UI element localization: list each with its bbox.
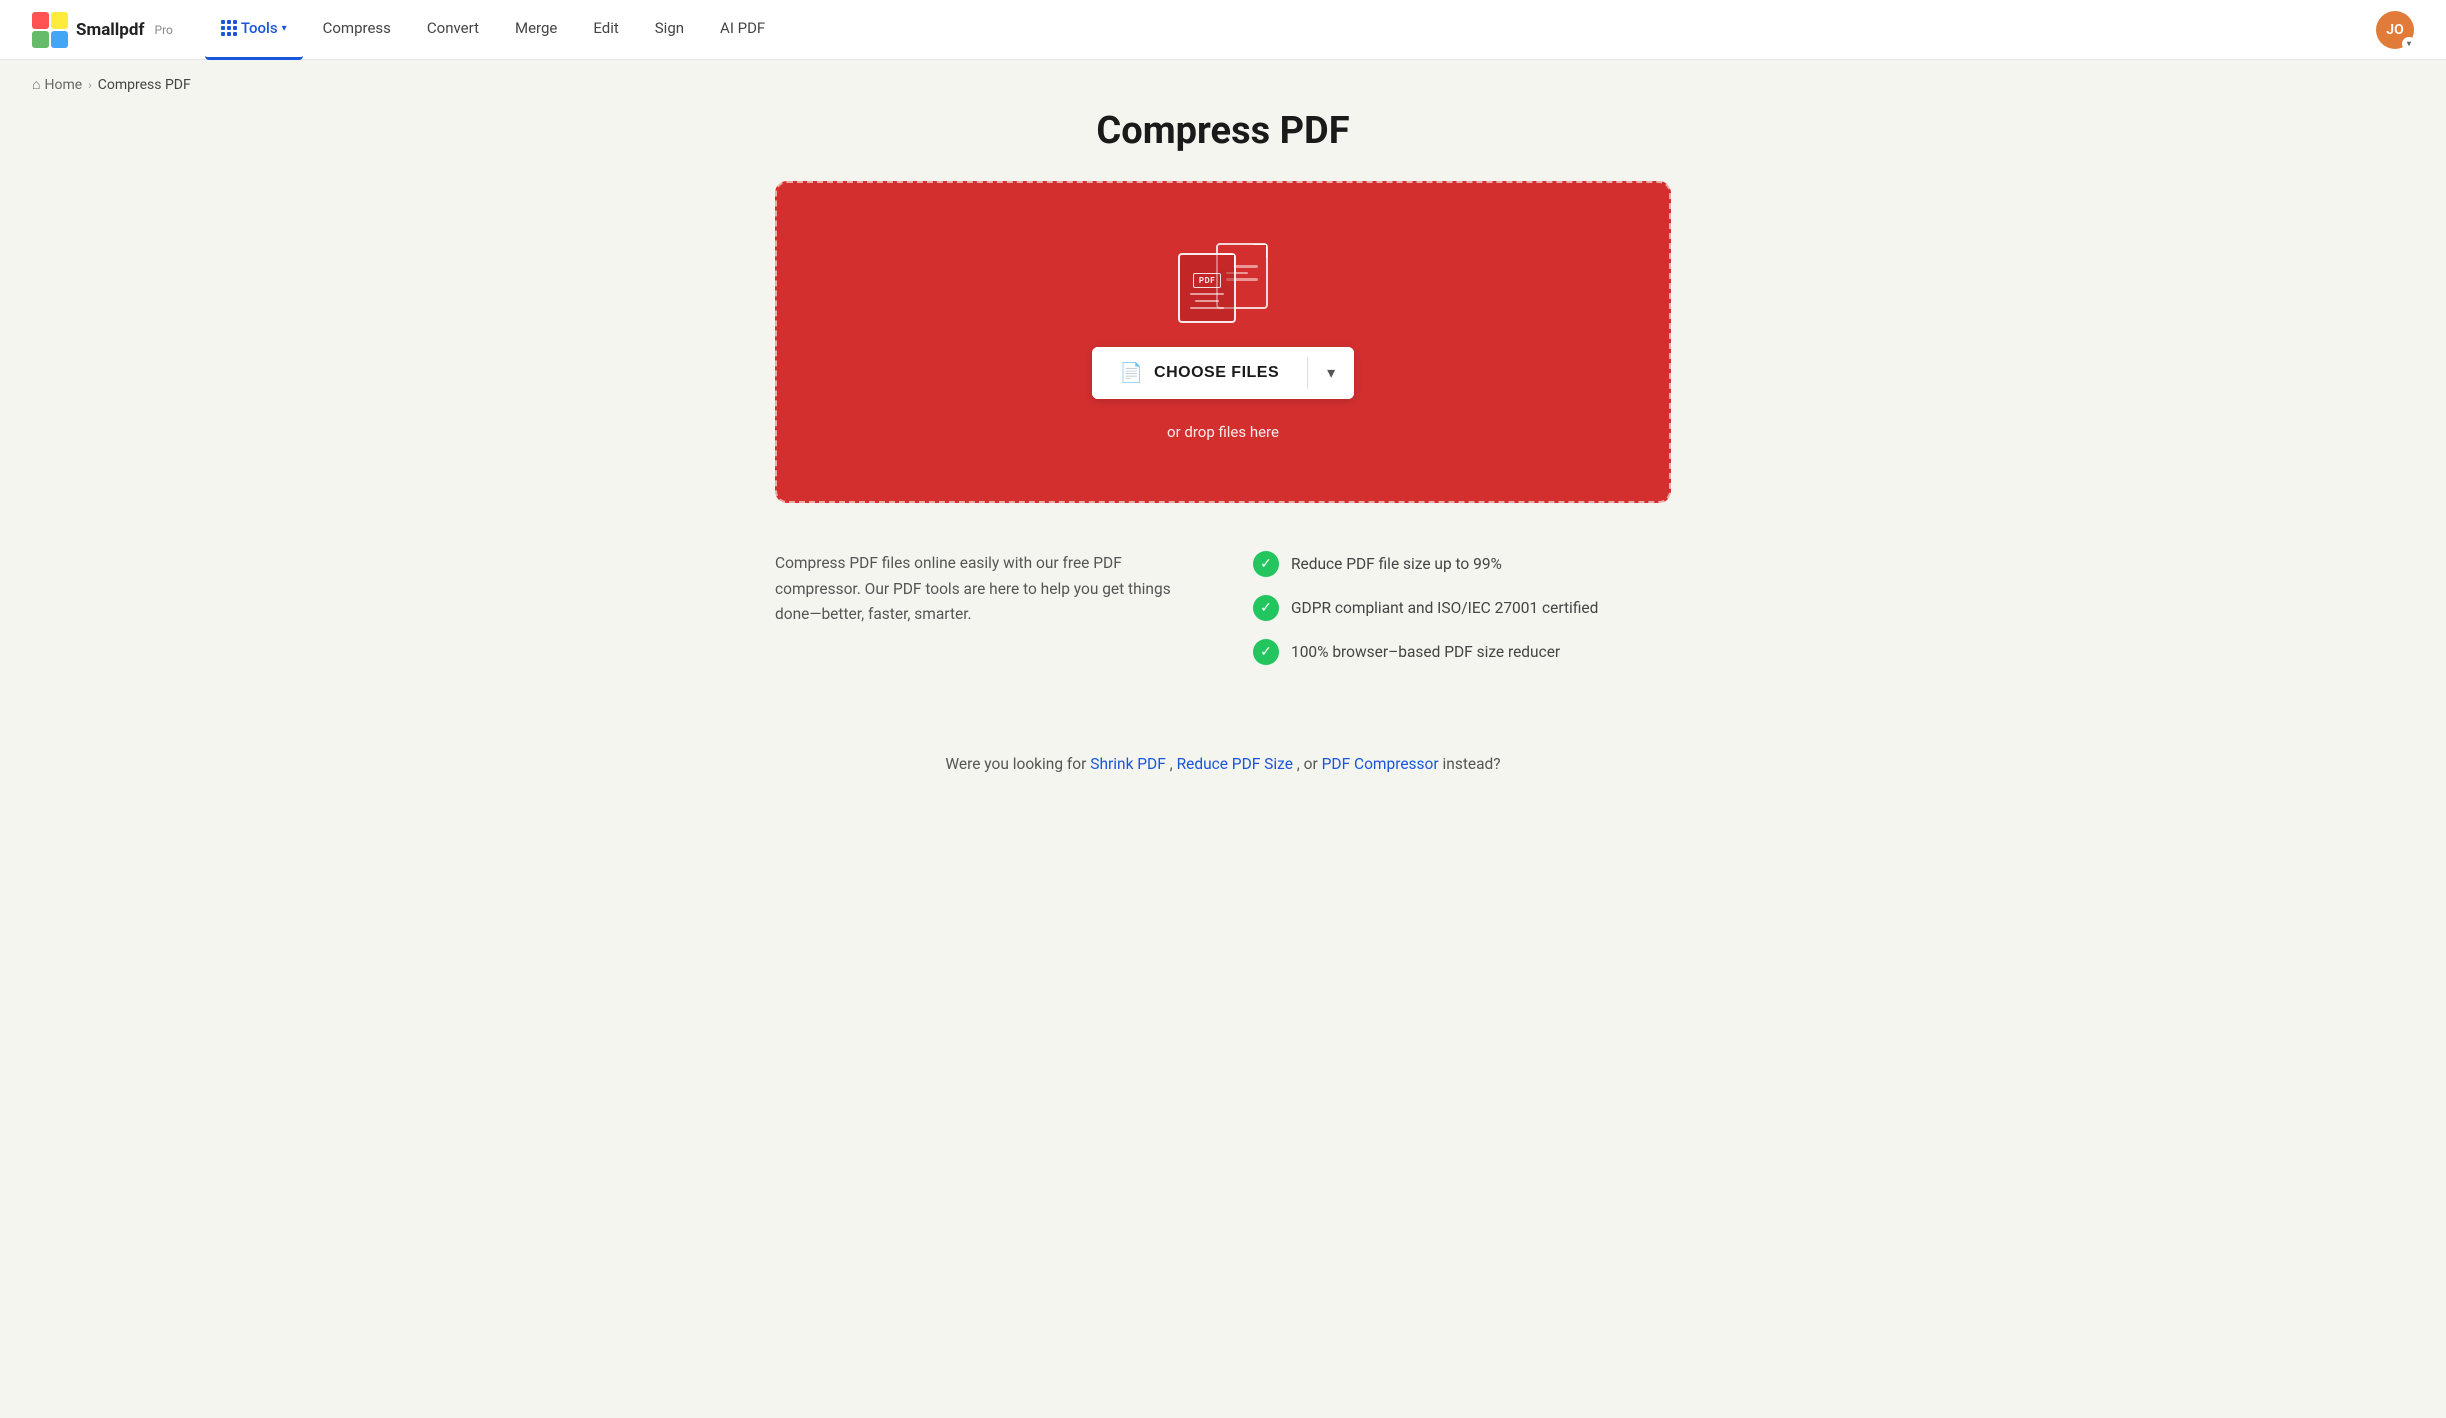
choose-files-label: CHOOSE FILES xyxy=(1154,364,1279,382)
drop-hint-text: or drop files here xyxy=(1167,423,1279,441)
shrink-pdf-link[interactable]: Shrink PDF xyxy=(1090,755,1166,773)
file-upload-icon: 📄 xyxy=(1120,361,1144,385)
navbar: Smallpdf Pro Tools ▾ Compress Convert xyxy=(0,0,2446,60)
nav-merge-label: Merge xyxy=(515,19,557,37)
home-icon: ⌂ xyxy=(32,76,40,93)
nav-items: Tools ▾ Compress Convert Merge Edit Sign… xyxy=(205,0,2376,60)
looking-for-prefix: Were you looking for xyxy=(945,755,1090,773)
nav-edit[interactable]: Edit xyxy=(577,0,634,60)
separator-1: , xyxy=(1170,755,1177,773)
breadcrumb-separator: › xyxy=(88,78,92,92)
nav-compress[interactable]: Compress xyxy=(307,0,407,60)
tools-chevron-icon: ▾ xyxy=(282,23,287,34)
breadcrumb: ⌂ Home › Compress PDF xyxy=(0,60,2446,109)
feature-list: ✓ Reduce PDF file size up to 99% ✓ GDPR … xyxy=(1253,551,1671,665)
choose-files-container: 📄 CHOOSE FILES ▾ xyxy=(1092,347,1354,399)
nav-convert[interactable]: Convert xyxy=(411,0,495,60)
logo-pro-badge: Pro xyxy=(155,23,173,37)
chevron-down-icon: ▾ xyxy=(1327,363,1335,383)
reduce-pdf-link[interactable]: Reduce PDF Size xyxy=(1177,755,1293,773)
check-icon-3: ✓ xyxy=(1253,639,1279,665)
user-avatar-badge: ▾ xyxy=(2402,37,2416,51)
drop-zone[interactable]: PDF 📄 CHOOSE FILES ▾ or drop files here xyxy=(775,181,1671,503)
nav-merge[interactable]: Merge xyxy=(499,0,573,60)
nav-convert-label: Convert xyxy=(427,19,479,37)
looking-for-suffix: instead? xyxy=(1443,755,1501,773)
feature-text-1: Reduce PDF file size up to 99% xyxy=(1291,555,1502,573)
feature-text-2: GDPR compliant and ISO/IEC 27001 certifi… xyxy=(1291,599,1598,617)
choose-files-button[interactable]: 📄 CHOOSE FILES xyxy=(1092,347,1307,399)
page-title: Compress PDF xyxy=(775,109,1671,153)
feature-item: ✓ 100% browser–based PDF size reducer xyxy=(1253,639,1671,665)
feature-description: Compress PDF files online easily with ou… xyxy=(775,551,1193,628)
separator-2: , or xyxy=(1297,755,1322,773)
user-avatar[interactable]: JO ▾ xyxy=(2376,11,2414,49)
nav-tools[interactable]: Tools ▾ xyxy=(205,0,303,60)
check-icon-1: ✓ xyxy=(1253,551,1279,577)
shrink-pdf-label: Shrink PDF xyxy=(1090,755,1166,773)
features-section: Compress PDF files online easily with ou… xyxy=(775,551,1671,665)
choose-files-dropdown-button[interactable]: ▾ xyxy=(1308,347,1354,399)
nav-sign-label: Sign xyxy=(655,19,684,37)
nav-ai-pdf-label: AI PDF xyxy=(720,19,765,37)
logo-link[interactable]: Smallpdf Pro xyxy=(32,12,173,48)
breadcrumb-current: Compress PDF xyxy=(98,77,191,93)
nav-sign[interactable]: Sign xyxy=(639,0,700,60)
main-content: Compress PDF xyxy=(743,109,1703,863)
looking-for-section: Were you looking for Shrink PDF , Reduce… xyxy=(775,725,1671,803)
breadcrumb-home-link[interactable]: ⌂ Home xyxy=(32,76,82,93)
nav-ai-pdf[interactable]: AI PDF xyxy=(704,0,781,60)
logo-text: Smallpdf xyxy=(76,20,145,40)
feature-item: ✓ GDPR compliant and ISO/IEC 27001 certi… xyxy=(1253,595,1671,621)
pdf-compressor-label: PDF Compressor xyxy=(1322,755,1439,773)
check-icon-2: ✓ xyxy=(1253,595,1279,621)
pdf-compressor-link[interactable]: PDF Compressor xyxy=(1322,755,1439,773)
nav-compress-label: Compress xyxy=(323,19,391,37)
pdf-upload-icon: PDF xyxy=(1178,243,1268,323)
feature-text-3: 100% browser–based PDF size reducer xyxy=(1291,643,1560,661)
nav-edit-label: Edit xyxy=(593,19,618,37)
breadcrumb-home-label: Home xyxy=(44,77,82,93)
user-initials: JO xyxy=(2386,22,2403,38)
logo-icon xyxy=(32,12,68,48)
grid-icon xyxy=(221,20,237,36)
reduce-pdf-label: Reduce PDF Size xyxy=(1177,755,1293,773)
feature-item: ✓ Reduce PDF file size up to 99% xyxy=(1253,551,1671,577)
nav-tools-label: Tools xyxy=(241,19,278,37)
